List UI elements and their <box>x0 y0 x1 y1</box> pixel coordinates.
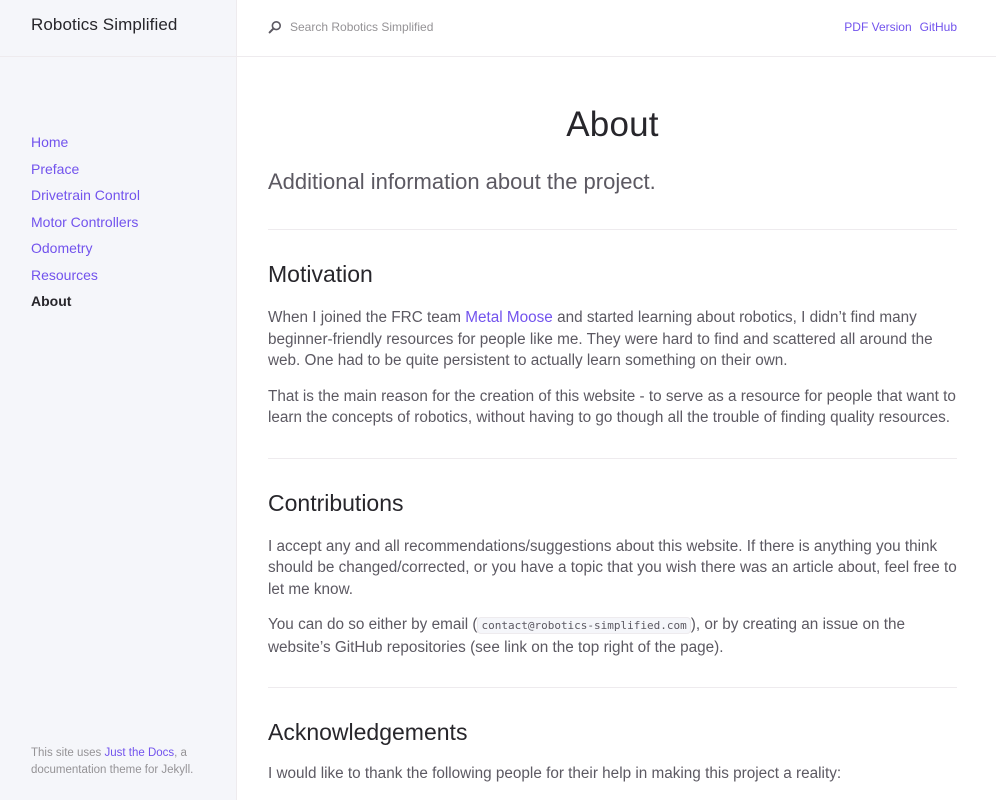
nav-item-about: About <box>31 290 140 317</box>
nav-link-about[interactable]: About <box>31 293 71 309</box>
heading-contributions: Contributions <box>268 489 404 516</box>
just-the-docs-link[interactable]: Just the Docs <box>105 747 175 759</box>
page-content: About Additional information about the p… <box>268 57 957 785</box>
search-icon <box>268 20 282 34</box>
sidebar-nav: Home Preface Drivetrain Control Motor Co… <box>31 131 140 317</box>
heading-motivation: Motivation <box>268 261 373 287</box>
search-bar <box>268 20 590 34</box>
motivation-paragraph-2: That is the main reason for the creation… <box>268 387 956 427</box>
aux-nav: PDF Version GitHub <box>836 20 957 34</box>
main-area: PDF Version GitHub About Additional infor… <box>237 0 996 800</box>
nav-link-home[interactable]: Home <box>31 134 68 150</box>
metal-moose-link[interactable]: Metal Moose <box>465 309 553 326</box>
page-title: About <box>566 105 659 144</box>
nav-item-drivetrain-control: Drivetrain Control <box>31 184 140 211</box>
divider <box>268 229 957 230</box>
search-input[interactable] <box>290 20 590 34</box>
nav-link-odometry[interactable]: Odometry <box>31 240 92 256</box>
page-lead: Additional information about the project… <box>268 169 656 194</box>
github-link[interactable]: GitHub <box>920 20 957 34</box>
nav-item-odometry: Odometry <box>31 237 140 264</box>
contributions-paragraph-2: You can do so either by email (contact@r… <box>268 614 957 658</box>
nav-item-motor-controllers: Motor Controllers <box>31 211 140 238</box>
acknowledgements-paragraph-1: I would like to thank the following peop… <box>268 765 842 782</box>
footer-prefix: This site uses <box>31 747 105 759</box>
nav-link-motor-controllers[interactable]: Motor Controllers <box>31 214 138 230</box>
nav-item-resources: Resources <box>31 264 140 291</box>
sidebar: Robotics Simplified Home Preface Drivetr… <box>0 0 237 800</box>
main-header: PDF Version GitHub <box>237 0 996 57</box>
nav-link-preface[interactable]: Preface <box>31 161 79 177</box>
motivation-paragraph-1: When I joined the FRC team Metal Moose a… <box>268 307 957 372</box>
heading-acknowledgements: Acknowledgements <box>268 719 468 745</box>
nav-link-drivetrain-control[interactable]: Drivetrain Control <box>31 187 140 203</box>
nav-item-home: Home <box>31 131 140 158</box>
contact-email-code: contact@robotics-simplified.com <box>477 617 691 634</box>
divider <box>268 687 957 688</box>
contributions-p2-before: You can do so either by email ( <box>268 616 478 633</box>
pdf-version-link[interactable]: PDF Version <box>844 20 911 34</box>
motivation-p1-before: When I joined the FRC team <box>268 309 466 326</box>
contributions-paragraph-1: I accept any and all recommendations/sug… <box>268 537 957 598</box>
site-title[interactable]: Robotics Simplified <box>31 15 177 35</box>
site-header: Robotics Simplified <box>0 0 236 57</box>
nav-link-resources[interactable]: Resources <box>31 267 98 283</box>
nav-item-preface: Preface <box>31 158 140 185</box>
sidebar-footer-note: This site uses Just the Docs, a document… <box>31 745 221 779</box>
divider <box>268 457 957 459</box>
